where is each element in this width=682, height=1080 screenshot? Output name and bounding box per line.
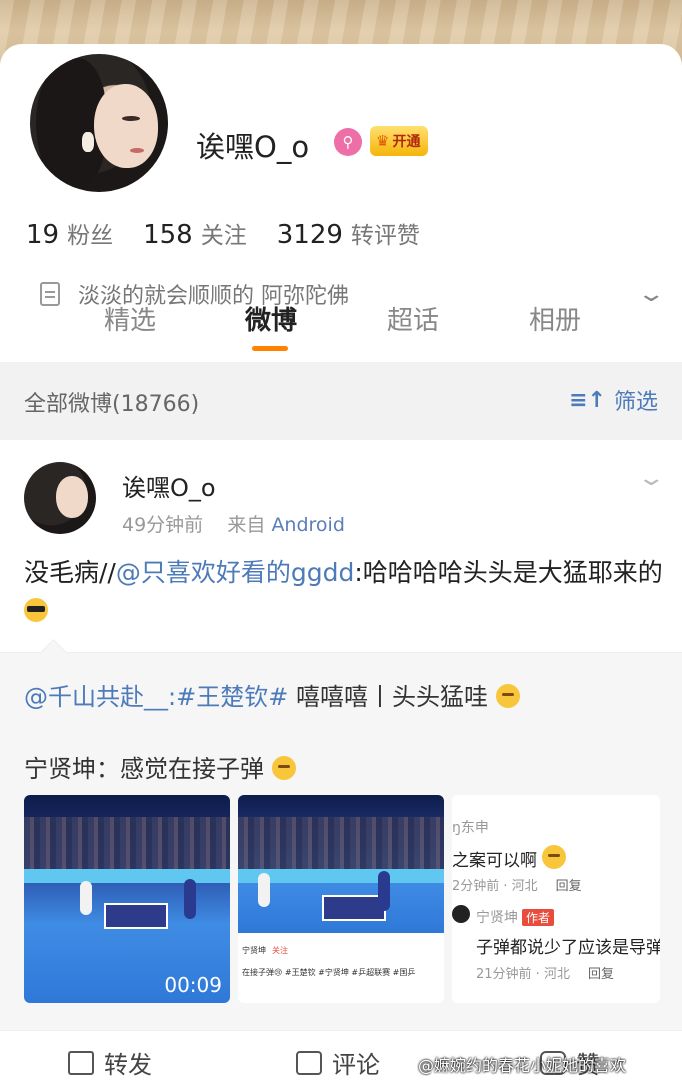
hashtag-link[interactable]: :#王楚钦# — [168, 683, 288, 711]
comment-body: 之案可以啊 — [452, 851, 537, 871]
stat-number: 19 — [26, 220, 60, 250]
player — [184, 879, 196, 919]
profile-tabs: 精选 微博 超话 相册 — [0, 300, 682, 360]
tab-weibo[interactable]: 微博 — [245, 300, 297, 337]
comment-username: ŋ东申 — [452, 820, 489, 836]
repost-label: 转发 — [104, 1051, 152, 1079]
post-author[interactable]: 诶嘿O_o — [122, 468, 216, 503]
author-tag: 作者 — [522, 909, 555, 926]
video-duration: 00:09 — [164, 973, 222, 997]
post-time: 49分钟前 — [122, 514, 204, 536]
ping-pong-table — [322, 895, 386, 921]
tab-super-topic[interactable]: 超话 — [387, 300, 439, 337]
sunglasses-emoji-icon — [24, 598, 48, 622]
comment-text: 子弹都说少了应该是导弹 — [476, 938, 660, 958]
weibo-count: 全部微博(18766) — [24, 392, 200, 417]
comment-meta: 21分钟前 · 河北 回复 — [476, 963, 614, 982]
retweet-body: 嘻嘻嘻丨头头猛哇 — [288, 683, 488, 711]
key-badge-icon[interactable]: ⚲ — [334, 128, 362, 156]
repost-button[interactable]: 转发 — [68, 1045, 152, 1080]
stat-followers[interactable]: 19 粉丝 — [26, 216, 113, 250]
watermark: @嫲婉约的春花小妮她的喜欢 — [418, 1056, 627, 1075]
vip-badge[interactable]: ♛ 开通 — [370, 126, 429, 156]
retweet-quote-text: 宁贤坤：感觉在接子弹 — [24, 755, 264, 783]
avatar[interactable] — [26, 50, 172, 196]
ping-pong-table — [104, 903, 168, 929]
stat-label: 关注 — [200, 223, 247, 249]
comment-reply: 回复 — [555, 879, 582, 894]
post-source-prefix: 来自 — [227, 514, 266, 536]
comment-button[interactable]: 评论 — [296, 1045, 380, 1080]
stat-number: 3129 — [276, 220, 343, 250]
stat-following[interactable]: 158 关注 — [143, 216, 247, 250]
tab-album[interactable]: 相册 — [529, 300, 581, 337]
avatar-lips — [130, 148, 144, 153]
filter-icon: ≡↑ — [569, 387, 606, 413]
stat-label: 粉丝 — [67, 223, 114, 249]
tab-featured[interactable]: 精选 — [104, 300, 156, 337]
blush-emoji-icon — [495, 684, 520, 708]
post-text: 没毛病//@只喜欢好看的ggdd:哈哈哈哈头头是大猛耶来的 — [24, 554, 664, 630]
avatar-earring — [82, 132, 94, 152]
player — [80, 881, 92, 915]
retweet-mention-link[interactable]: @千山共赴__ — [24, 683, 168, 711]
avatar-eye — [122, 116, 140, 121]
comment-icon — [296, 1050, 322, 1075]
comment-text: 之案可以啊 — [452, 845, 567, 871]
avatar-face — [94, 84, 158, 168]
post-text-prefix: 没毛病// — [24, 558, 116, 587]
stat-label: 转评赞 — [350, 223, 420, 249]
post-text-body: :哈哈哈哈头头是大猛耶来的 — [354, 558, 663, 587]
stat-number: 158 — [143, 220, 193, 250]
filter-button[interactable]: ≡↑ 筛选 — [569, 384, 658, 416]
comment-time: 2分钟前 · 河北 — [452, 879, 538, 894]
comment-time: 21分钟前 · 河北 — [476, 967, 570, 982]
video-thumbnail[interactable]: 00:09 — [24, 795, 230, 1003]
post-source[interactable]: Android — [271, 514, 344, 536]
crowd — [238, 817, 444, 869]
crowd — [24, 817, 230, 869]
weibo-section-header: 全部微博(18766) ≡↑ 筛选 — [0, 362, 682, 438]
post-meta: 49分钟前 来自 Android — [122, 510, 345, 537]
table-tennis-court-image — [24, 795, 230, 1003]
retweet-text: @千山共赴__:#王楚钦# 嘻嘻嘻丨头头猛哇 — [24, 677, 520, 712]
share-icon — [68, 1050, 94, 1075]
screenshot-caption-text: 在接子弹😢 #王楚钦 #宁贤坤 #乒超联赛 #国乒 — [242, 968, 416, 977]
weibo-post: 诶嘿O_o 49分钟前 来自 Android ⌄ 没毛病//@只喜欢好看的ggd… — [0, 440, 682, 1030]
screen: 诶嘿O_o ⚲ ♛ 开通 19 粉丝 158 关注 3129 转评赞 淡淡的就会… — [0, 0, 682, 1080]
table-tennis-court-image — [238, 795, 444, 933]
stat-interactions[interactable]: 3129 转评赞 — [277, 216, 420, 250]
thinking-emoji-icon — [542, 845, 567, 869]
ad-board — [24, 869, 230, 883]
post-menu-chevron-icon[interactable]: ⌄ — [636, 466, 666, 491]
comment-label: 评论 — [332, 1051, 380, 1079]
comment-avatar — [452, 905, 470, 923]
avatar-face — [56, 476, 88, 518]
filter-label: 筛选 — [613, 390, 658, 415]
post-avatar[interactable] — [24, 462, 96, 534]
retweet-block[interactable]: @千山共赴__:#王楚钦# 嘻嘻嘻丨头头猛哇 宁贤坤：感觉在接子弹 00:09 — [0, 652, 682, 1030]
caption-follow: 关注 — [272, 946, 288, 955]
vip-badge-label: 开通 — [392, 134, 421, 150]
comment-reply: 回复 — [587, 967, 614, 982]
mention-link[interactable]: @只喜欢好看的ggdd — [116, 558, 354, 587]
screenshot-thumbnail[interactable]: 宁贤坤 关注 在接子弹😢 #王楚钦 #宁贤坤 #乒超联赛 #国乒 — [238, 795, 444, 1003]
screenshot-caption-user: 宁贤坤 关注 — [242, 945, 288, 956]
crown-icon: ♛ — [376, 132, 390, 150]
comment-username: 宁贤坤 作者 — [476, 907, 555, 927]
comment-author-name: 宁贤坤 — [476, 910, 518, 926]
comment-screenshot-thumbnail[interactable]: ŋ东申 之案可以啊 2分钟前 · 河北 回复 宁贤坤 作者 子弹都说少了应该是导弹 … — [452, 795, 660, 1003]
profile-username: 诶嘿O_o — [196, 130, 310, 164]
player — [258, 873, 270, 907]
comment-meta: 2分钟前 · 河北 回复 — [452, 875, 582, 894]
retweet-quote: 宁贤坤：感觉在接子弹 — [24, 749, 296, 784]
player — [378, 871, 390, 911]
profile-stats: 19 粉丝 158 关注 3129 转评赞 — [26, 216, 420, 250]
pleading-emoji-icon — [271, 756, 296, 780]
caption-username: 宁贤坤 — [242, 946, 266, 955]
tab-active-indicator — [252, 346, 288, 351]
